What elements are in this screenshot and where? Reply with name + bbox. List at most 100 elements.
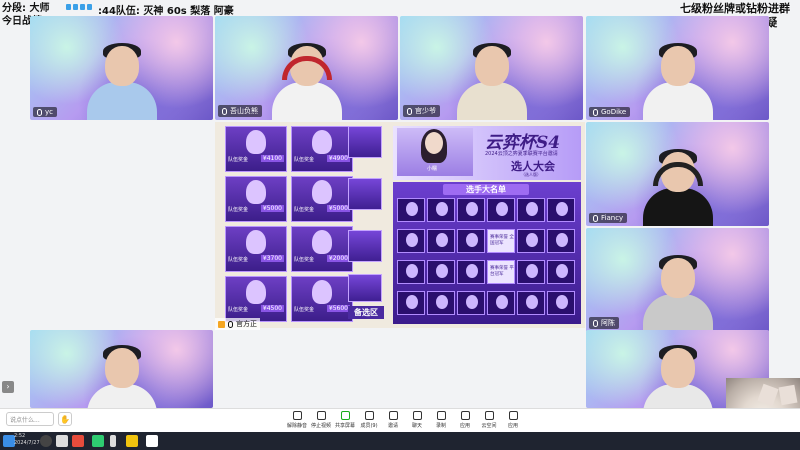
members-icon: [364, 411, 374, 420]
video-tile-wushan[interactable]: 吾山负熊: [215, 16, 398, 120]
toolbar-label: 云空间: [481, 423, 497, 429]
team-card: 队伍奖金 ¥5600: [291, 276, 353, 322]
name-tag: GoDike: [589, 107, 631, 117]
roster-cell: 赛事荣誉 全国冠军: [487, 229, 515, 253]
share-screen-icon: [218, 320, 225, 328]
participant-name: GoDike: [601, 108, 627, 116]
roster-cell: [457, 260, 485, 284]
shared-screen[interactable]: 队伍奖金 ¥4100 队伍奖金 ¥4900 队伍奖金 ¥5000 队伍奖金 ¥5000 …: [215, 122, 585, 328]
mic-icon: [593, 214, 598, 222]
toolbar-label: 应用: [507, 423, 518, 429]
mute-icon: [292, 411, 302, 420]
name-tag: 阿陈: [589, 317, 619, 329]
participant-video: [642, 149, 713, 226]
roster-cell: [547, 229, 575, 253]
team-card: 队伍奖金 ¥2000: [291, 226, 353, 272]
roster-cell: [517, 260, 545, 284]
team-prize: ¥3700: [260, 255, 284, 262]
toolbar-label: 录制: [435, 423, 446, 429]
roster-cell: [457, 198, 485, 222]
chat-input[interactable]: 说点什么...: [6, 412, 54, 426]
roster-title: 选手大名单: [443, 184, 529, 195]
overlay-line-1: 七级粉丝牌或钻粉进群: [680, 2, 790, 15]
roster-honor: 赛事荣誉 平台冠军: [490, 266, 514, 277]
app-icon[interactable]: [146, 435, 158, 447]
team-prize: ¥5600: [326, 305, 350, 312]
app-icon[interactable]: [110, 435, 116, 447]
pick-slot: [348, 230, 382, 262]
chat-icon: [412, 411, 422, 420]
toolbar-label: 应用: [459, 423, 470, 429]
toolbar-label: 解除静音: [286, 423, 307, 429]
roster-cell: [517, 198, 545, 222]
roster-cell: [457, 291, 485, 315]
video-tile-guanshaoye[interactable]: 官少爷: [400, 16, 583, 120]
team-prize: ¥4100: [260, 155, 284, 162]
player-roster: 选手大名单 赛事荣誉 全国冠军 赛事荣誉 平台冠军: [393, 182, 581, 324]
chevron-right-icon[interactable]: ›: [2, 381, 14, 393]
mic-icon: [222, 107, 227, 115]
share-screen-icon: [340, 411, 350, 420]
participant-video: [642, 43, 713, 120]
team-prize: ¥4500: [260, 305, 284, 312]
team-card: 队伍奖金 ¥4100: [225, 126, 287, 172]
participant-video: [271, 43, 342, 120]
toolbar-label: 邀请: [387, 423, 398, 429]
video-tile-yc[interactable]: yc: [30, 16, 213, 120]
presenter-tag: 官方正: [215, 318, 260, 330]
roster-cell: [427, 291, 455, 315]
roster-cell: [547, 291, 575, 315]
signal-icons: [66, 4, 92, 10]
team-card: 队伍奖金 ¥3700: [225, 226, 287, 272]
video-tile-godike[interactable]: GoDike: [586, 16, 769, 120]
name-tag: 官少爷: [403, 105, 440, 117]
toolbar-label: 聊天: [411, 423, 422, 429]
roster-honor: 赛事荣誉 全国冠军: [490, 235, 514, 246]
host-portrait: 小糯: [397, 128, 473, 176]
video-tile-achen[interactable]: 阿陈: [586, 228, 769, 332]
app-icon[interactable]: [126, 435, 138, 447]
pick-slots: [348, 126, 386, 316]
mic-icon: [407, 107, 412, 115]
roster-cell: [427, 260, 455, 284]
event-edition: （选人版）: [521, 172, 541, 177]
video-tile-bottom-left[interactable]: [30, 330, 213, 408]
team-prize: ¥5000: [326, 205, 350, 212]
pick-slot: [348, 178, 382, 210]
team-card: 队伍奖金 ¥5000: [291, 176, 353, 222]
team-prize: ¥2000: [326, 255, 350, 262]
toolbar-label: 共享屏幕: [334, 423, 355, 429]
roster-cell: [427, 229, 455, 253]
toolbar-button-9[interactable]: 应用: [498, 411, 528, 429]
roster-cell: [547, 198, 575, 222]
pick-slot: [348, 126, 382, 158]
video-icon: [316, 411, 326, 420]
team-info: :44队伍: 灭神 60s 梨落 阿豪: [98, 6, 234, 17]
backup-area-label: 备选区: [348, 306, 384, 319]
apps-icon: [508, 411, 518, 420]
team-prize: ¥5000: [260, 205, 284, 212]
video-tile-fiancy[interactable]: Fiancy: [586, 122, 769, 226]
pick-slot: [348, 274, 382, 302]
participant-video: [642, 345, 713, 408]
app-icon[interactable]: [72, 435, 84, 447]
apps-icon: [460, 411, 470, 420]
mic-icon: [37, 108, 42, 116]
name-tag: Fiancy: [589, 213, 628, 223]
taskview-icon[interactable]: [56, 435, 68, 447]
wechat-icon[interactable]: [92, 435, 104, 447]
roster-cell: [517, 229, 545, 253]
raise-hand-icon[interactable]: ✋: [58, 412, 72, 426]
participant-video: [86, 43, 157, 120]
roster-cell: 赛事荣誉 平台冠军: [487, 260, 515, 284]
event-subtitle: 2024云顶之弈夏季联赛平台邀请: [485, 151, 558, 157]
cloud-icon: [484, 411, 494, 420]
roster-cell: [487, 198, 515, 222]
windows-taskbar: 2:52 2024/7/27: [0, 432, 800, 450]
record-icon: [436, 411, 446, 420]
toolbar-label: 停止视频: [310, 423, 331, 429]
invite-icon: [388, 411, 398, 420]
roster-cell: [547, 260, 575, 284]
name-tag: 吾山负熊: [218, 105, 262, 117]
search-icon[interactable]: [40, 435, 52, 447]
